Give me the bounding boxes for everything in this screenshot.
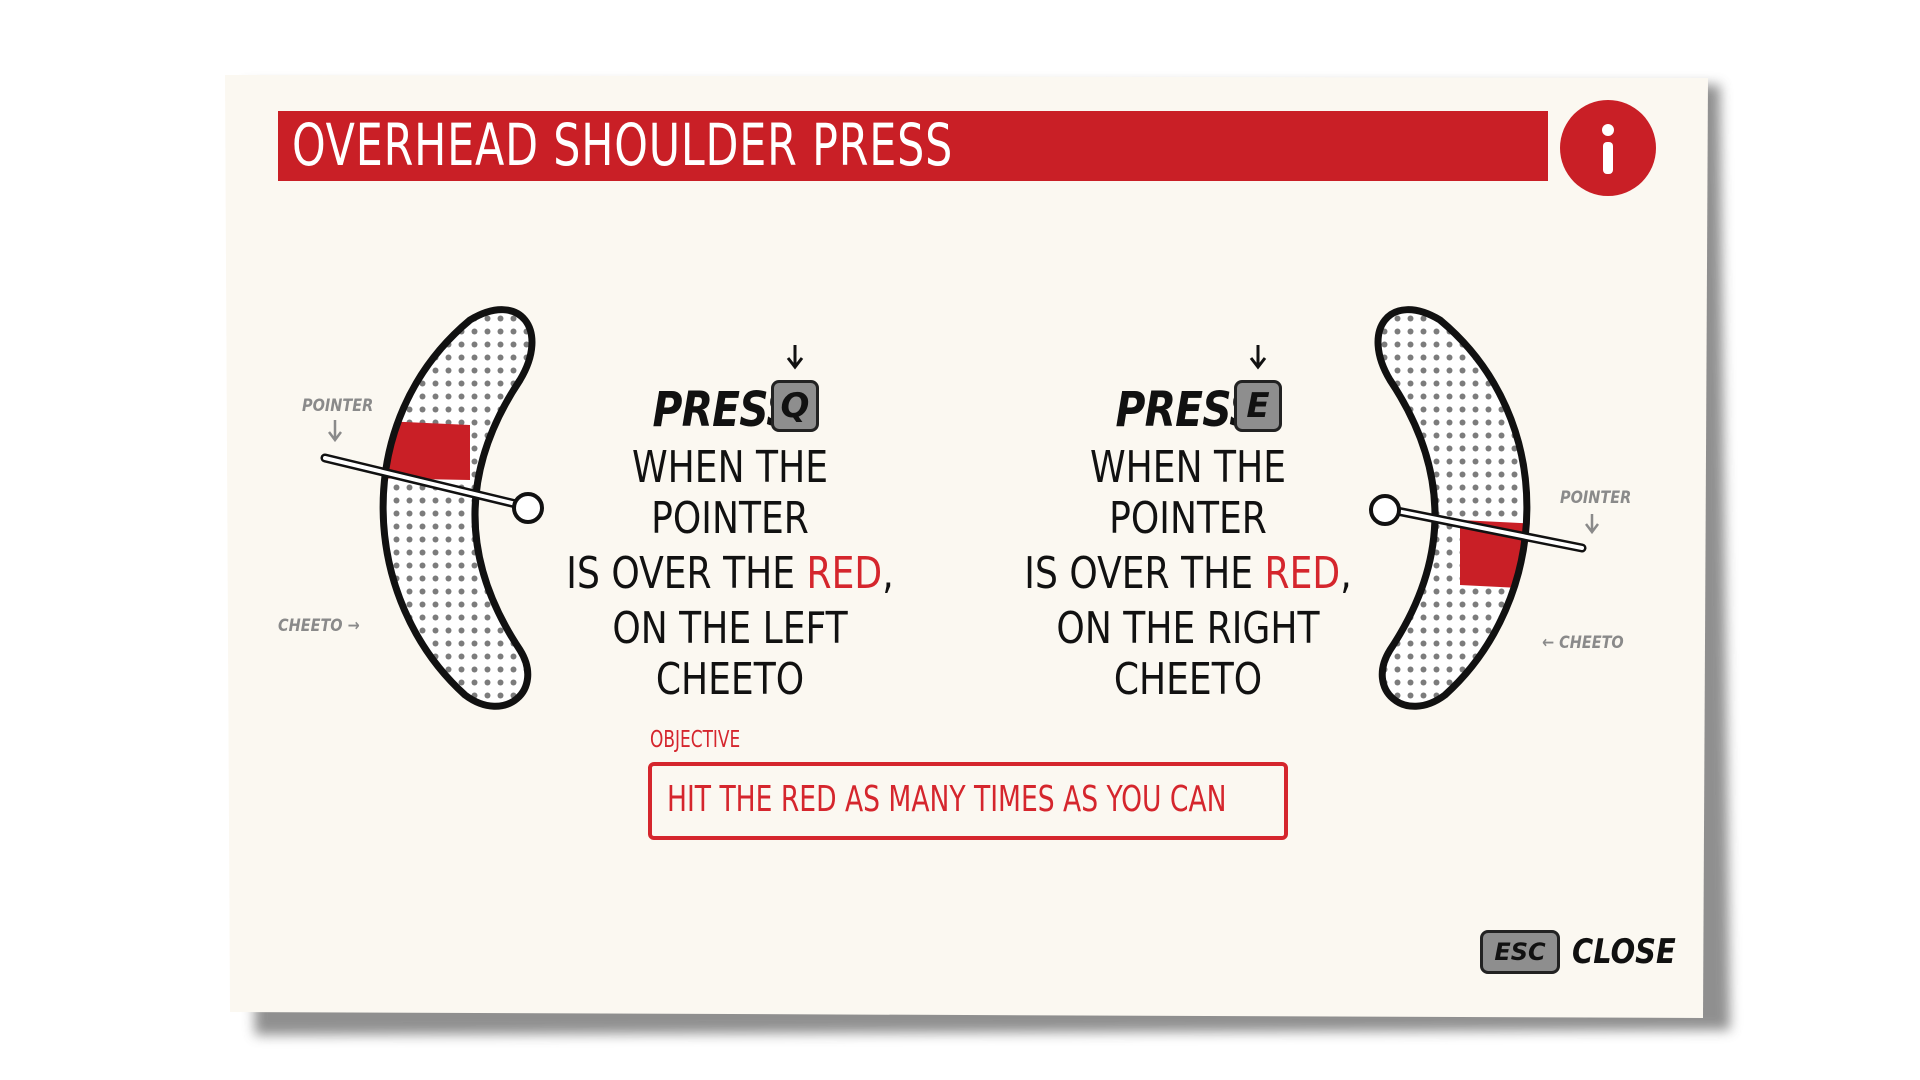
left-instruction: PRESS WHEN THE POINTER IS OVER THE RED, … [520,380,940,705]
instruction-line-3: ON THE RIGHT CHEETO [1056,603,1320,705]
instruction-line-3: ON THE LEFT CHEETO [612,603,848,705]
close-label: CLOSE [1572,932,1676,972]
instruction-line-2: IS OVER THE RED, [566,548,894,599]
red-highlight: RED [806,548,883,599]
e-key-icon: E [1234,380,1282,432]
page-title: OVERHEAD SHOULDER PRESS [292,111,954,179]
objective-label: OBJECTIVE [650,727,741,753]
right-pointer-label: POINTER [1560,488,1632,508]
right-cheeto-label: ← CHEETO [1542,633,1624,653]
objective-text: HIT THE RED AS MANY TIMES AS YOU CAN [667,779,1227,820]
q-key-icon: Q [771,380,819,432]
instruction-line-1: WHEN THE POINTER [631,442,829,544]
close-button[interactable]: ESC CLOSE [1480,926,1676,978]
info-icon [1602,124,1614,174]
tutorial-screen: OVERHEAD SHOULDER PRESS PRESS WHEN THE P… [0,0,1920,1080]
instruction-line-1: WHEN THE POINTER [1089,442,1287,544]
red-highlight: RED [1264,548,1341,599]
esc-key-icon: ESC [1480,930,1560,974]
left-pointer-label: POINTER [302,396,374,416]
info-button[interactable] [1560,100,1656,196]
left-cheeto-label: CHEETO → [278,616,360,636]
instruction-line-2: IS OVER THE RED, [1024,548,1352,599]
right-instruction: PRESS WHEN THE POINTER IS OVER THE RED, … [978,380,1398,705]
